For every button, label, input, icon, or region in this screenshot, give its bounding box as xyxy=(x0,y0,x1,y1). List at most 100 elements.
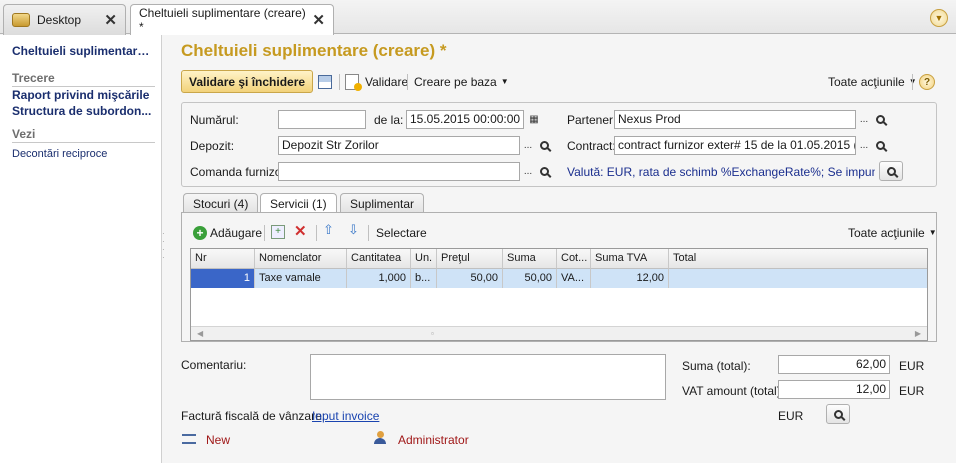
add-button[interactable]: + Adăugare xyxy=(193,221,262,244)
warehouse-label: Depozit: xyxy=(190,139,235,153)
splitter-handle[interactable]: · · · · xyxy=(162,230,166,262)
tab-services[interactable]: Servicii (1) xyxy=(260,193,337,214)
date-field[interactable]: 15.05.2015 00:00:00 xyxy=(406,110,524,129)
tab-desktop[interactable]: Desktop ✕ xyxy=(3,4,126,35)
vat-total-field[interactable]: 12,00 xyxy=(778,380,890,399)
cell-vat[interactable]: 12,00 xyxy=(591,269,669,288)
ellipsis-icon[interactable]: ... xyxy=(520,162,536,181)
partner-label: Partener: xyxy=(567,113,617,127)
add-button-label: Adăugare xyxy=(210,225,263,240)
services-table[interactable]: Nr Nomenclator Cantitatea Un. Preţul Sum… xyxy=(190,248,928,341)
cell-rate[interactable]: VA... xyxy=(557,269,591,288)
order-field[interactable] xyxy=(278,162,520,181)
warehouse-field[interactable]: Depozit Str Zorilor xyxy=(278,136,520,155)
chevron-down-icon: ▼ xyxy=(928,228,937,237)
order-label: Comanda furnizor: xyxy=(190,165,289,179)
cell-nr[interactable]: 1 xyxy=(191,269,255,288)
search-icon[interactable] xyxy=(872,136,888,155)
partner-field[interactable]: Nexus Prod xyxy=(614,110,856,129)
move-down-icon[interactable]: ⇩ xyxy=(348,222,359,238)
tab-stocks[interactable]: Stocuri (4) xyxy=(183,193,259,213)
column-header[interactable]: Suma TVA xyxy=(591,249,669,269)
author-name: Administrator xyxy=(398,433,469,447)
number-field[interactable] xyxy=(278,110,366,129)
user-icon xyxy=(374,431,386,445)
vat-total-label: VAT amount (total): xyxy=(682,384,785,398)
date-label: de la: xyxy=(374,113,404,127)
sum-currency: EUR xyxy=(899,359,925,373)
page-title: Cheltuieli suplimentare (creare) * xyxy=(181,41,447,60)
header-fields-group: Numărul: de la: 15.05.2015 00:00:00 ▦ Pa… xyxy=(181,102,937,187)
sidebar-title[interactable]: Cheltuieli suplimentare ... xyxy=(12,43,155,60)
horizontal-scrollbar[interactable]: ◀ ▫ ▶ xyxy=(191,326,927,340)
column-header[interactable]: Total xyxy=(669,249,927,269)
grid-all-actions-label: Toate acţiunile xyxy=(848,225,925,240)
sum-total-label: Suma (total): xyxy=(682,359,751,373)
all-actions-dropdown[interactable]: Toate acţiunile ▼ xyxy=(828,70,917,93)
cell-item[interactable]: Taxe vamale xyxy=(255,269,347,288)
column-header[interactable]: Suma xyxy=(503,249,557,269)
cell-sum[interactable]: 50,00 xyxy=(503,269,557,288)
number-label: Numărul: xyxy=(190,113,239,127)
search-icon[interactable] xyxy=(536,162,552,181)
cell-qty[interactable]: 1,000 xyxy=(347,269,411,288)
close-icon[interactable]: ✕ xyxy=(104,11,117,29)
chevron-down-icon: ▼ xyxy=(500,77,509,86)
search-icon xyxy=(833,409,843,419)
search-icon[interactable] xyxy=(872,110,888,129)
column-header[interactable]: Nr xyxy=(191,249,255,269)
calendar-icon[interactable]: ▦ xyxy=(526,110,542,129)
invoice-label: Factură fiscală de vânzare: xyxy=(181,409,326,423)
search-icon[interactable] xyxy=(536,136,552,155)
invoice-search-button[interactable] xyxy=(826,404,850,424)
scroll-thumb[interactable]: ▫ xyxy=(431,329,434,338)
main-form: Cheltuieli suplimentare (creare) * Valid… xyxy=(168,35,956,463)
validate-close-button[interactable]: Validare şi închidere xyxy=(181,70,314,93)
validate-button-label: Validare xyxy=(365,74,409,89)
toolbar-separator xyxy=(264,225,265,241)
grid-all-actions-dropdown[interactable]: Toate acţiunile ▼ xyxy=(848,221,937,244)
close-icon[interactable]: ✕ xyxy=(312,11,325,29)
validate-button[interactable]: Validare xyxy=(345,70,408,93)
sum-total-field[interactable]: 62,00 xyxy=(778,355,890,374)
column-header[interactable]: Un. xyxy=(411,249,437,269)
cell-total[interactable] xyxy=(669,269,927,288)
toolbar-separator xyxy=(407,74,408,90)
ellipsis-icon[interactable]: ... xyxy=(520,136,536,155)
sidebar: Cheltuieli suplimentare ... Trecere Rapo… xyxy=(0,35,162,463)
copy-icon[interactable]: + xyxy=(271,225,285,239)
move-up-icon[interactable]: ⇧ xyxy=(323,222,334,238)
vat-currency: EUR xyxy=(899,384,925,398)
currency-info-link[interactable]: Valută: EUR, rata de schimb %ExchangeRat… xyxy=(567,165,875,179)
scroll-left-icon[interactable]: ◀ xyxy=(197,329,203,338)
ellipsis-icon[interactable]: ... xyxy=(856,136,872,155)
sidebar-item-settlements[interactable]: Decontări reciproce xyxy=(12,146,155,162)
chevron-down-icon[interactable]: ▼ xyxy=(930,9,948,27)
sidebar-item-movements-report[interactable]: Raport privind mişcările xyxy=(12,87,155,103)
sidebar-item-subordination[interactable]: Structura de subordon... xyxy=(12,103,155,119)
tab-form-label: Cheltuieli suplimentare (creare) * xyxy=(139,6,306,34)
column-header[interactable]: Nomenclator xyxy=(255,249,347,269)
select-button[interactable]: Selectare xyxy=(376,221,427,244)
delete-icon[interactable]: ✕ xyxy=(294,222,307,240)
ellipsis-icon[interactable]: ... xyxy=(856,110,872,129)
comment-field[interactable] xyxy=(310,354,666,400)
toolbar-separator xyxy=(339,74,340,90)
tab-additional[interactable]: Suplimentar xyxy=(340,193,425,213)
input-invoice-link[interactable]: Input invoice xyxy=(312,409,379,423)
column-header[interactable]: Cantitatea xyxy=(347,249,411,269)
cell-price[interactable]: 50,00 xyxy=(437,269,503,288)
save-icon[interactable] xyxy=(318,75,332,89)
create-based-dropdown[interactable]: Creare pe baza ▼ xyxy=(414,70,509,93)
column-header[interactable]: Cot... xyxy=(557,249,591,269)
help-icon[interactable]: ? xyxy=(919,74,935,90)
tab-form[interactable]: Cheltuieli suplimentare (creare) * ✕ xyxy=(130,4,334,35)
cell-unit[interactable]: b... xyxy=(411,269,437,288)
scroll-right-icon[interactable]: ▶ xyxy=(915,329,921,338)
create-based-label: Creare pe baza xyxy=(414,74,497,89)
currency-search-button[interactable] xyxy=(879,161,903,181)
desktop-icon xyxy=(12,13,30,27)
column-header[interactable]: Preţul xyxy=(437,249,503,269)
contract-field[interactable]: contract furnizor exter# 15 de la 01.05.… xyxy=(614,136,856,155)
document-status: New xyxy=(206,433,231,447)
